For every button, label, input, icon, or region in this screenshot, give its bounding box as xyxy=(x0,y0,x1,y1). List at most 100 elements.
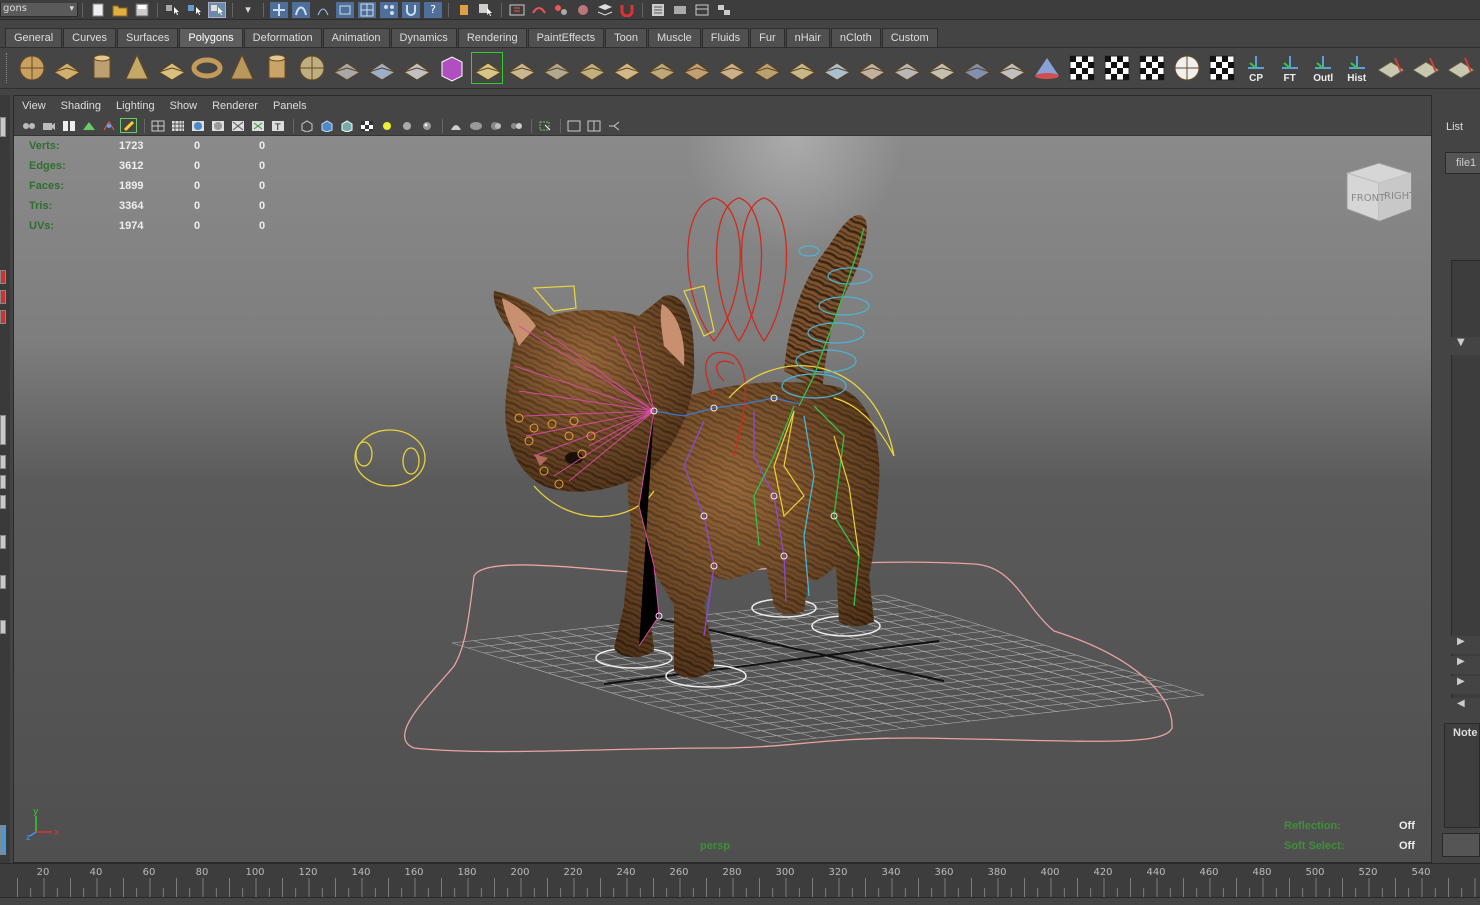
wedge-face-icon[interactable] xyxy=(716,52,748,84)
shelf-tab-painteffects[interactable]: PaintEffects xyxy=(527,28,605,47)
poly-pyramid-icon[interactable] xyxy=(226,52,258,84)
merge-vertices-icon[interactable] xyxy=(681,52,713,84)
expand-arrow-icon[interactable]: ▶ xyxy=(1447,636,1480,654)
time-slider[interactable]: 20 40 60 80 100 120 140 160 180 200 220 240 260 280 30… xyxy=(0,863,1480,898)
shelf-tab-custom[interactable]: Custom xyxy=(881,28,938,47)
grid-icon[interactable] xyxy=(169,118,186,133)
poly-pipe-icon[interactable] xyxy=(261,52,293,84)
shelf-tab-toon[interactable]: Toon xyxy=(605,28,647,47)
viewcube-right-label[interactable]: RIGHT xyxy=(1384,191,1416,202)
new-scene-icon[interactable] xyxy=(89,2,107,18)
snap-to-point-icon[interactable] xyxy=(314,2,332,18)
shelf-tab-rendering[interactable]: Rendering xyxy=(457,28,527,47)
outliner-persp-icon[interactable] xyxy=(605,118,622,133)
toolbox-button[interactable] xyxy=(0,455,6,469)
make-live-icon[interactable] xyxy=(380,1,398,18)
high-quality-icon[interactable] xyxy=(418,118,435,133)
create-uvs-icon[interactable] xyxy=(996,52,1028,84)
toolbox-button[interactable] xyxy=(0,270,6,284)
snap-to-curve-icon[interactable] xyxy=(292,1,310,18)
viewcube[interactable]: FRONT RIGHT xyxy=(1344,161,1416,226)
poly-cube-icon[interactable] xyxy=(51,52,83,84)
cylindrical-mapping-icon[interactable] xyxy=(856,52,888,84)
shelf-tab-fur[interactable]: Fur xyxy=(750,28,785,47)
mirror-icon[interactable] xyxy=(786,52,818,84)
append-polygon-icon[interactable] xyxy=(541,52,573,84)
shelf-tab-ncloth[interactable]: nCloth xyxy=(830,28,881,47)
shelf-tab-fluids[interactable]: Fluids xyxy=(701,28,750,47)
wire-on-shaded-icon[interactable] xyxy=(338,118,355,133)
spherical-mapping-icon[interactable] xyxy=(891,52,923,84)
anti-aliasing-icon[interactable] xyxy=(487,118,504,133)
input-output-icon[interactable] xyxy=(477,2,495,18)
wireframe-cube-icon[interactable] xyxy=(298,118,315,133)
help-icon[interactable]: ? xyxy=(424,1,442,18)
checker-1-icon[interactable] xyxy=(1066,52,1098,84)
viewport-menu-panels[interactable]: Panels xyxy=(273,100,307,112)
toolbox-button[interactable] xyxy=(0,415,6,445)
depth-of-field-icon[interactable] xyxy=(507,118,524,133)
viewport-menu-show[interactable]: Show xyxy=(170,100,198,112)
wireframe-icon[interactable] xyxy=(149,118,166,133)
combine-icon[interactable] xyxy=(331,52,363,84)
expand-arrow-icon[interactable]: ▶ xyxy=(1447,656,1480,674)
outliner-shelf-button[interactable]: Outl xyxy=(1308,52,1339,84)
bookmarks-icon[interactable] xyxy=(60,118,77,133)
shelf-tab-polygons[interactable]: Polygons xyxy=(179,28,243,47)
paint-skin-icon[interactable] xyxy=(1410,52,1442,84)
paint-weights-icon[interactable] xyxy=(1375,52,1407,84)
save-scene-icon[interactable] xyxy=(133,2,151,18)
toolbox-button[interactable] xyxy=(0,495,6,509)
select-by-hierarchy-icon[interactable] xyxy=(164,2,182,18)
layer-editor-icon[interactable] xyxy=(715,2,733,18)
screen-space-ao-icon[interactable] xyxy=(447,118,464,133)
image-plane-icon[interactable] xyxy=(80,118,97,133)
shelf-tab-deformation[interactable]: Deformation xyxy=(243,28,322,47)
collapse-arrow-icon[interactable]: ▼ xyxy=(1447,337,1480,355)
poly-torus-icon[interactable] xyxy=(191,52,223,84)
textured-icon[interactable] xyxy=(358,118,375,133)
motion-blur-icon[interactable] xyxy=(467,118,484,133)
shadows-icon[interactable] xyxy=(398,118,415,133)
viewport-menu-view[interactable]: View xyxy=(22,100,46,112)
2d-pan-zoom-icon[interactable] xyxy=(100,118,117,133)
select-by-component-icon[interactable] xyxy=(208,1,226,18)
checker-2-icon[interactable] xyxy=(1101,52,1133,84)
viewport-menu-shading[interactable]: Shading xyxy=(61,100,101,112)
shelf-tab-animation[interactable]: Animation xyxy=(322,28,390,47)
bevel-icon[interactable] xyxy=(646,52,678,84)
channel-box-icon[interactable] xyxy=(693,2,711,18)
notes-button[interactable] xyxy=(1442,833,1480,857)
magnet-red-icon[interactable] xyxy=(618,2,636,18)
construction-history-icon[interactable] xyxy=(455,2,473,18)
render-icon[interactable] xyxy=(508,2,526,18)
magnet-icon[interactable] xyxy=(402,1,420,18)
attribute-spreadsheet-icon[interactable] xyxy=(1445,52,1477,84)
kitten-rig-scene[interactable] xyxy=(14,136,1431,862)
checker-grid-icon[interactable] xyxy=(1206,52,1238,84)
extrude-face-icon[interactable] xyxy=(470,52,503,84)
poly-cone-icon[interactable] xyxy=(121,52,153,84)
separate-icon[interactable] xyxy=(366,52,398,84)
shelf-tab-curves[interactable]: Curves xyxy=(63,28,116,47)
eye-look-control[interactable] xyxy=(354,429,426,487)
open-scene-icon[interactable] xyxy=(111,2,129,18)
shelf-tab-dynamics[interactable]: Dynamics xyxy=(390,28,457,47)
uv-layout-icon[interactable] xyxy=(596,2,614,18)
poly-cube-purple-icon[interactable] xyxy=(436,52,468,84)
select-by-object-icon[interactable] xyxy=(186,2,204,18)
bridge-icon[interactable] xyxy=(506,52,538,84)
single-view-icon[interactable] xyxy=(565,118,582,133)
ipr-render-icon[interactable] xyxy=(530,2,548,18)
toolbox-button[interactable] xyxy=(0,117,6,137)
texture-icon[interactable]: T xyxy=(269,118,286,133)
select-camera-icon[interactable] xyxy=(20,118,37,133)
viewport-menu-lighting[interactable]: Lighting xyxy=(116,100,155,112)
toolbox-button[interactable] xyxy=(0,825,6,855)
scroll-left-icon[interactable]: ◀ xyxy=(1447,698,1480,716)
grease-pencil-icon[interactable] xyxy=(120,118,137,133)
expand-arrow-icon[interactable]: ▶ xyxy=(1447,676,1480,694)
attribute-editor-icon[interactable] xyxy=(649,2,667,18)
toolbox-button[interactable] xyxy=(0,290,6,304)
shelf-tab-muscle[interactable]: Muscle xyxy=(647,28,701,47)
